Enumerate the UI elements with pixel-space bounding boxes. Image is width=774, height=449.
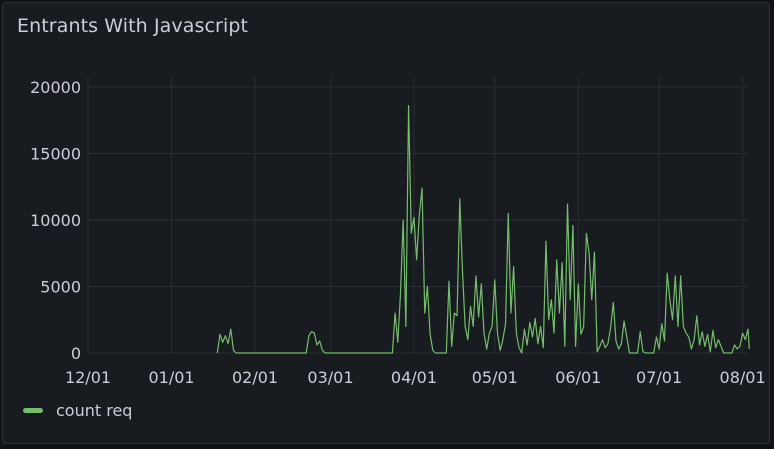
x-tick-label: 08/01 (720, 368, 766, 387)
x-tick-label: 01/01 (148, 368, 194, 387)
y-tick-label: 20000 (30, 78, 81, 97)
y-tick-label: 15000 (30, 145, 81, 164)
line-chart: 0 5000 10000 15000 20000 12/01 01/01 02/01 03/0… (30, 77, 766, 387)
y-tick-label: 10000 (30, 211, 81, 230)
x-tick-label: 07/01 (636, 368, 682, 387)
x-tick-label: 02/01 (232, 368, 278, 387)
x-axis-ticks: 12/01 01/01 02/01 03/01 04/01 05/01 06/01 07/01… (65, 368, 766, 387)
chart-panel: Entrants With Javascript 0 5000 10000 15000… (2, 2, 770, 444)
y-tick-label: 5000 (40, 278, 81, 297)
grid-lines (87, 77, 748, 354)
legend-swatch (23, 408, 43, 413)
x-tick-label: 05/01 (472, 368, 518, 387)
legend-item-count-req[interactable]: count req (23, 401, 132, 420)
legend-label: count req (56, 401, 133, 420)
x-tick-label: 12/01 (65, 368, 111, 387)
x-tick-label: 04/01 (391, 368, 437, 387)
y-axis-ticks: 0 5000 10000 15000 20000 (30, 78, 81, 363)
series-line-count-req (216, 105, 750, 354)
series-group (216, 105, 750, 354)
x-tick-label: 03/01 (307, 368, 353, 387)
y-tick-label: 0 (71, 344, 81, 363)
x-tick-label: 06/01 (555, 368, 601, 387)
